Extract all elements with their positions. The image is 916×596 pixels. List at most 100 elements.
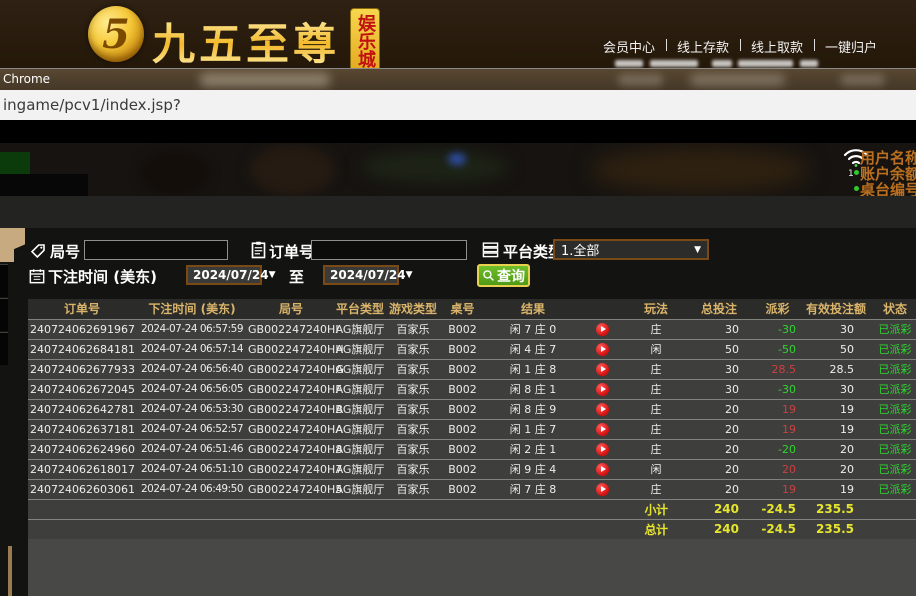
- main-panel: 局号 订单号 平台类型 1.全部 ▼ 下注时: [0, 196, 916, 596]
- blurred-nav-text: [800, 60, 818, 67]
- subtotal-value: 240: [689, 499, 749, 519]
- cell: 2024-07-24 06:51:10: [136, 459, 248, 479]
- sidebar-collapse-tab[interactable]: [0, 228, 25, 262]
- blurred-content: [840, 74, 885, 86]
- cell: 闲: [623, 339, 689, 359]
- replay-button[interactable]: [596, 343, 609, 356]
- calendar-icon: [29, 268, 45, 284]
- sidebar-block: [0, 332, 8, 365]
- date-to-select[interactable]: 2024/07/24 ▼: [323, 265, 399, 285]
- platform-select[interactable]: 1.全部 ▼: [553, 239, 709, 260]
- cell: AG旗舰厅: [334, 459, 386, 479]
- bet-records-area: 订单号下注时间 (美东)局号平台类型游戏类型桌号结果玩法总投注派彩有效投注额状态…: [28, 299, 916, 596]
- column-header: 总投注: [689, 299, 749, 319]
- top-nav-link[interactable]: 线上取款: [740, 37, 814, 56]
- cell: 20: [806, 459, 864, 479]
- chevron-down-icon: ▼: [694, 245, 707, 255]
- table-row: 2407240626030612024-07-24 06:49:50GB0022…: [28, 479, 916, 499]
- cell: 闲 7 庄 8: [485, 479, 581, 499]
- top-nav-link[interactable]: 会员中心: [592, 37, 666, 56]
- stream-table-corner: [0, 152, 30, 176]
- cell: 已派彩: [864, 399, 916, 419]
- total-value: -24.5: [749, 519, 806, 539]
- cell: 已派彩: [864, 359, 916, 379]
- cell: 30: [806, 319, 864, 339]
- replay-button[interactable]: [596, 483, 609, 496]
- cell: 20: [689, 459, 749, 479]
- cell: 20: [806, 439, 864, 459]
- replay-cell: [581, 319, 623, 339]
- cell: 庄: [623, 439, 689, 459]
- sidebar-sliver: [8, 546, 12, 596]
- replay-button[interactable]: [596, 383, 609, 396]
- date-from-select[interactable]: 2024/07/24 ▼: [186, 265, 262, 285]
- stream-black-box: [0, 174, 88, 196]
- info-number: 1: [848, 169, 854, 179]
- divider-strip: [0, 120, 916, 143]
- cell: B002: [440, 459, 485, 479]
- replay-cell: [581, 439, 623, 459]
- blurred-nav-text: [650, 60, 698, 67]
- cell: AG旗舰厅: [334, 399, 386, 419]
- info-label: 桌台编号: [860, 181, 916, 196]
- cell: 庄: [623, 359, 689, 379]
- cell: AG旗舰厅: [334, 319, 386, 339]
- tag-icon: [30, 243, 46, 259]
- top-nav-link[interactable]: 线上存款: [666, 37, 740, 56]
- subtotal-label: 小计: [623, 499, 689, 519]
- top-nav-link[interactable]: 一键归户: [814, 37, 888, 56]
- column-header: 结果: [485, 299, 581, 319]
- cell: 30: [689, 319, 749, 339]
- cell: AG旗舰厅: [334, 479, 386, 499]
- cell: 2024-07-24 06:56:40: [136, 359, 248, 379]
- cell: 2024-07-24 06:53:30: [136, 399, 248, 419]
- bet-records-table: 订单号下注时间 (美东)局号平台类型游戏类型桌号结果玩法总投注派彩有效投注额状态…: [28, 299, 916, 539]
- cell: B002: [440, 359, 485, 379]
- blurred-content: [200, 73, 330, 87]
- spacer-cell: [864, 519, 916, 539]
- chevron-down-icon: ▼: [406, 270, 419, 280]
- cell: GB002247240H8: [248, 439, 334, 459]
- table-row: 2407240626249602024-07-24 06:51:46GB0022…: [28, 439, 916, 459]
- top-nav: 会员中心 线上存款 线上取款 一键归户: [592, 37, 888, 56]
- replay-button[interactable]: [596, 443, 609, 456]
- cell: 50: [806, 339, 864, 359]
- column-header: 有效投注额: [806, 299, 864, 319]
- replay-button[interactable]: [596, 423, 609, 436]
- cell: 28.5: [806, 359, 864, 379]
- replay-button[interactable]: [596, 403, 609, 416]
- cell: AG旗舰厅: [334, 419, 386, 439]
- round-no-input[interactable]: [84, 240, 228, 260]
- url-bar[interactable]: ingame/pcv1/index.jsp?: [0, 90, 916, 120]
- cell: B002: [440, 399, 485, 419]
- replay-cell: [581, 399, 623, 419]
- cell: 30: [689, 379, 749, 399]
- cell: GB002247240HH: [248, 339, 334, 359]
- site-header: 5 九五至尊 娱乐城 会员中心 线上存款 线上取款 一键归户: [0, 0, 916, 68]
- table-body: 2407240626919672024-07-24 06:57:59GB0022…: [28, 319, 916, 539]
- stream-blur: [448, 153, 466, 165]
- cell: 20: [689, 479, 749, 499]
- cell: 30: [806, 379, 864, 399]
- cell: 240724062684181: [28, 339, 136, 359]
- cell: 百家乐: [386, 399, 440, 419]
- replay-button[interactable]: [596, 363, 609, 376]
- blurred-content: [690, 74, 785, 86]
- replay-button[interactable]: [596, 463, 609, 476]
- cell: 庄: [623, 399, 689, 419]
- logo-coin-icon: 5: [88, 6, 144, 62]
- cell: 庄: [623, 319, 689, 339]
- cell: 50: [689, 339, 749, 359]
- cell: AG旗舰厅: [334, 359, 386, 379]
- bet-time-label: 下注时间 (美东): [48, 266, 157, 287]
- table-row: 2407240626720452024-07-24 06:56:05GB0022…: [28, 379, 916, 399]
- query-button[interactable]: 查询: [477, 264, 530, 287]
- replay-button[interactable]: [596, 323, 609, 336]
- table-row: 2407240626371812024-07-24 06:52:57GB0022…: [28, 419, 916, 439]
- table-row: 2407240626779332024-07-24 06:56:40GB0022…: [28, 359, 916, 379]
- order-no-input[interactable]: [311, 240, 467, 260]
- browser-titlebar[interactable]: Chrome: [0, 68, 916, 90]
- chevron-down-icon: ▼: [269, 270, 282, 280]
- cell: 240724062637181: [28, 419, 136, 439]
- cell: 已派彩: [864, 379, 916, 399]
